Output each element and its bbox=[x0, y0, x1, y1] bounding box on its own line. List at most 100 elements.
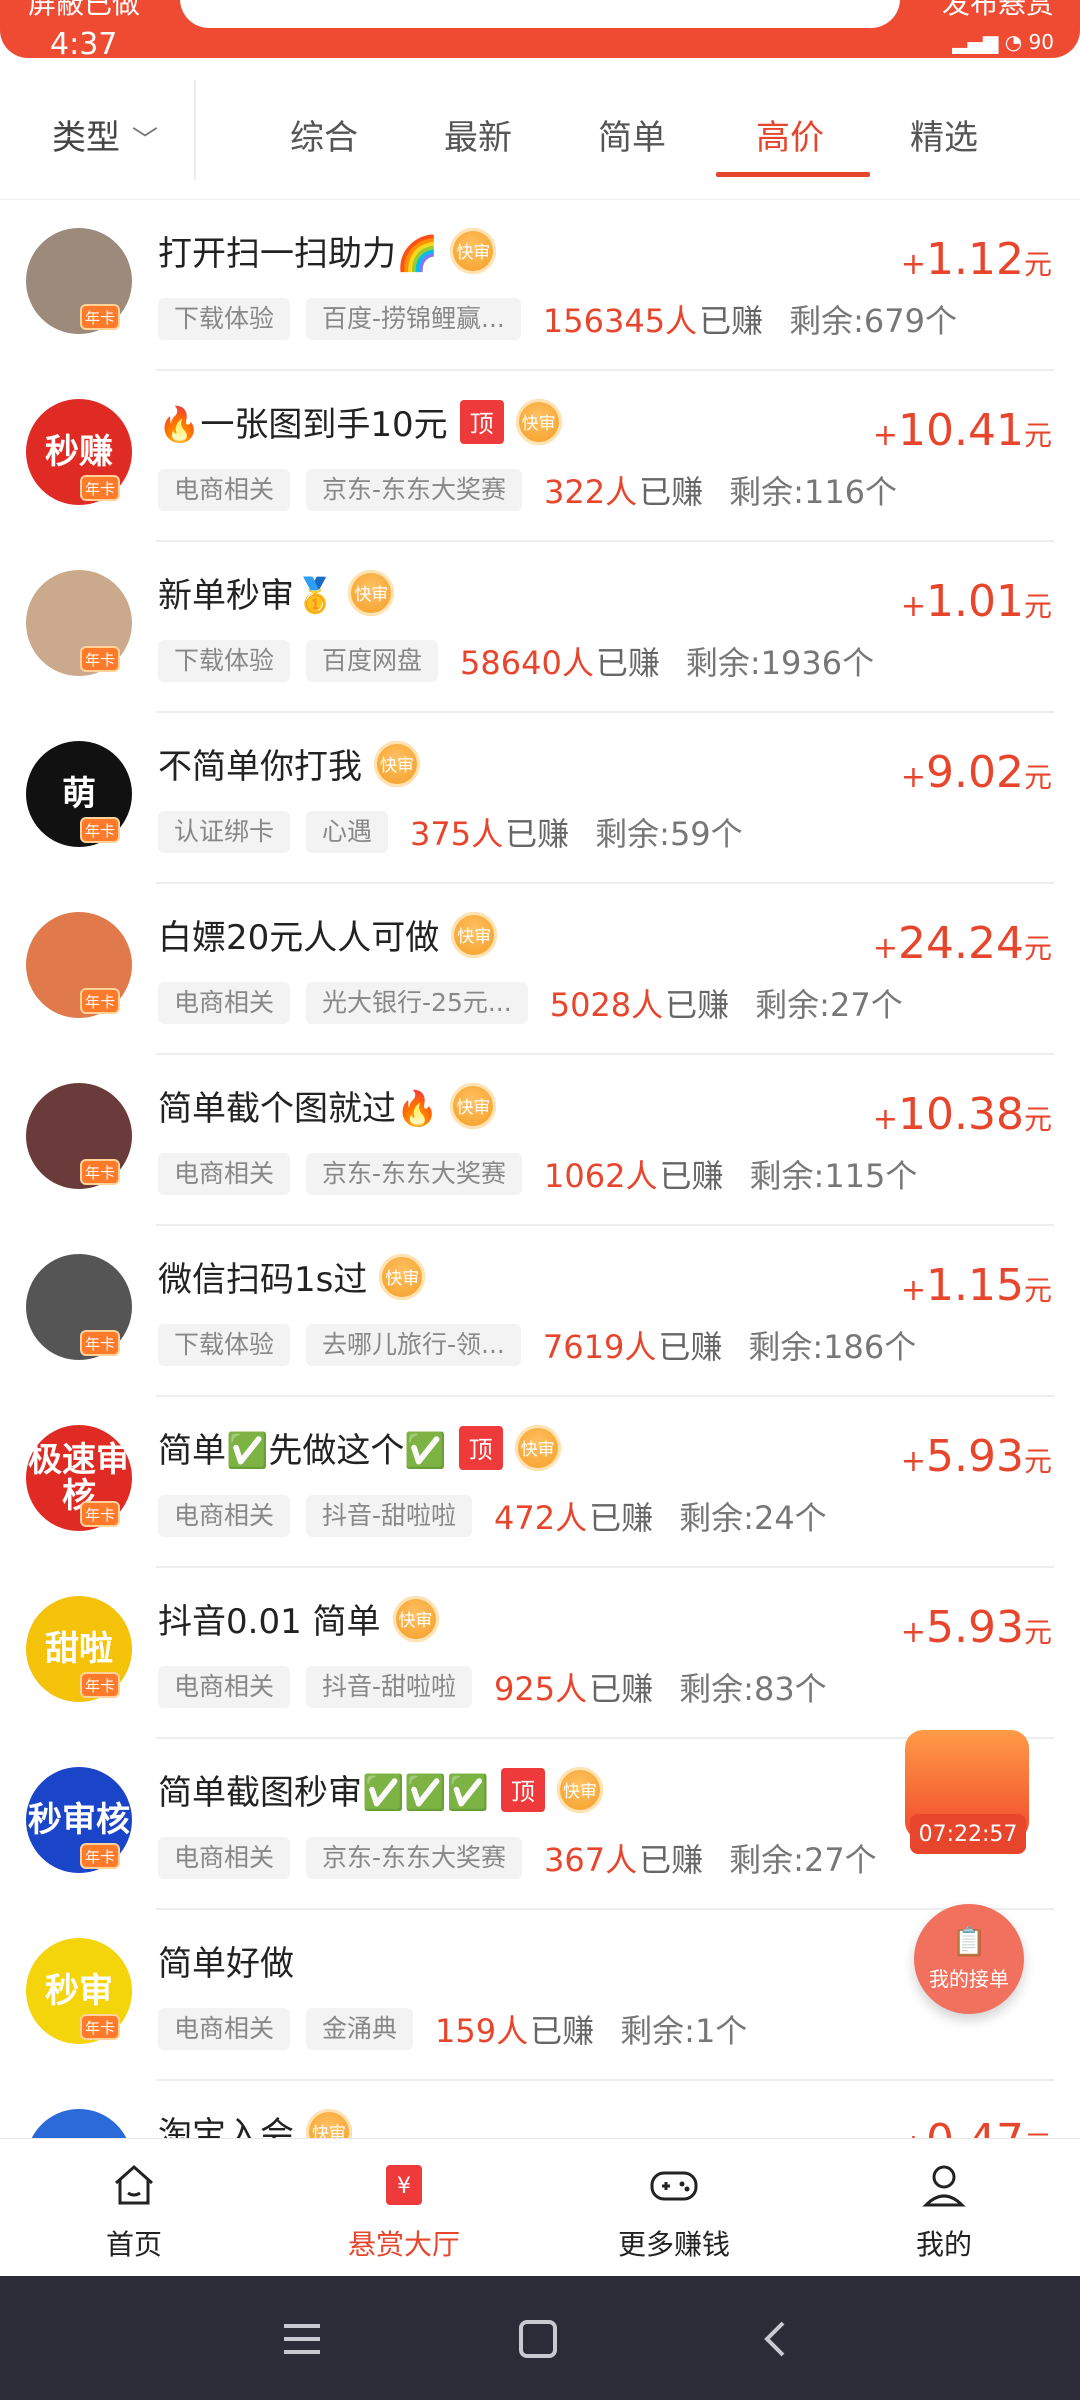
task-meta: 认证绑卡 心遇 375人 已赚 剩余:59个 bbox=[158, 811, 743, 853]
remaining-count: 剩余:115个 bbox=[750, 1151, 918, 1197]
menu-icon[interactable] bbox=[272, 2314, 332, 2364]
task-row[interactable]: 秒赚 年卡 🔥一张图到手10元 顶 快审 电商相关 京东-东东大奖赛 322人已… bbox=[0, 371, 1080, 542]
task-price: +24.24元 bbox=[873, 918, 1052, 969]
status-icons: ▂▄▆ ◔ 90 bbox=[952, 30, 1054, 54]
remain-prefix: 剩余: bbox=[729, 473, 804, 511]
task-row[interactable]: 年卡 新单秒审🥇 快审 下载体验 百度网盘 58640人 已赚 剩余:1936个 … bbox=[0, 542, 1080, 713]
price-unit: 元 bbox=[1023, 1103, 1052, 1136]
task-title-line: 简单截图秒审✅✅✅ 顶 快审 bbox=[158, 1765, 604, 1814]
nav-reward-hall[interactable]: ¥ 悬赏大厅 bbox=[314, 2157, 494, 2267]
task-title: 抖音0.01 简单 bbox=[158, 1602, 381, 1642]
remaining-count: 剩余:24个 bbox=[679, 1493, 827, 1539]
search-bar[interactable] bbox=[180, 0, 900, 28]
remain-prefix: 剩余: bbox=[729, 1841, 804, 1879]
price-value: 9.02 bbox=[926, 747, 1024, 798]
task-title: 简单截个图就过🔥 bbox=[158, 1089, 439, 1129]
price-plus: + bbox=[900, 1444, 927, 1479]
tabs-divider bbox=[194, 80, 196, 180]
remain-number: 1 bbox=[694, 2012, 716, 2050]
price-plus: + bbox=[872, 931, 899, 966]
task-price: +10.41元 bbox=[873, 405, 1052, 456]
earned-number: 375 bbox=[410, 815, 472, 853]
earned-count: 925人 bbox=[494, 1664, 587, 1710]
year-card-badge: 年卡 bbox=[80, 646, 120, 672]
task-title-line: 简单✅先做这个✅ 顶 快审 bbox=[158, 1423, 561, 1472]
tab-simple[interactable]: 简单 bbox=[598, 110, 666, 159]
earned-count: 58640人 bbox=[460, 638, 594, 684]
remain-unit: 个 bbox=[865, 473, 898, 511]
back-icon[interactable] bbox=[744, 2314, 804, 2364]
tab-high-price[interactable]: 高价 bbox=[756, 110, 824, 159]
type-dropdown[interactable]: 类型 ﹀ bbox=[52, 110, 158, 159]
fast-review-badge: 快审 bbox=[451, 911, 498, 958]
task-row[interactable]: 年卡 简单截个图就过🔥 快审 电商相关 京东-东东大奖赛 1062人 已赚 剩余:… bbox=[0, 1055, 1080, 1226]
price-plus: + bbox=[901, 2128, 926, 2138]
price-unit: 元 bbox=[1023, 932, 1052, 965]
my-orders-label: 我的接单 bbox=[929, 1966, 1009, 1991]
task-title-line: 简单截个图就过🔥 快审 bbox=[158, 1081, 497, 1130]
task-meta: 电商相关 光大银行-25元... 5028人 已赚 剩余:27个 bbox=[158, 982, 903, 1024]
earned-count: 367人 bbox=[544, 1835, 637, 1881]
price-unit: 元 bbox=[1023, 248, 1052, 281]
earned-number: 925 bbox=[494, 1670, 556, 1708]
remaining-count: 剩余:679个 bbox=[789, 296, 957, 342]
remain-number: 116 bbox=[803, 473, 866, 511]
task-row[interactable]: 年卡 微信扫码1s过 快审 下载体验 去哪儿旅行-领... 7619人 已赚 剩余… bbox=[0, 1226, 1080, 1397]
task-meta: 下载体验 去哪儿旅行-领... 7619人 已赚 剩余:186个 bbox=[158, 1324, 916, 1366]
price-plus: + bbox=[900, 760, 927, 795]
fast-review-badge: 快审 bbox=[515, 398, 562, 445]
publish-reward-button[interactable]: 发布悬赏 bbox=[942, 0, 1054, 18]
task-row[interactable]: 甜啦 年卡 抖音0.01 简单 快审 电商相关 抖音-甜啦啦 925人 已赚 剩余… bbox=[0, 1568, 1080, 1739]
task-row[interactable]: 年卡 白嫖20元人人可做 快审 电商相关 光大银行-25元... 5028人 已赚… bbox=[0, 884, 1080, 1055]
price-value: 24.24 bbox=[898, 918, 1024, 969]
year-card-badge: 年卡 bbox=[80, 304, 120, 330]
gamepad-icon bbox=[646, 2157, 702, 2213]
earned-suffix: 已赚 bbox=[530, 2012, 595, 2050]
source-tag: 抖音-甜啦啦 bbox=[306, 1666, 473, 1708]
task-row[interactable]: 年卡 淘宝入会 快审 +0.47元 bbox=[0, 2081, 1080, 2138]
price-plus: + bbox=[872, 418, 899, 453]
task-meta: 电商相关 金涌典 159人 已赚 剩余:1个 bbox=[158, 2008, 747, 2050]
earned-count: 7619人 bbox=[543, 1322, 656, 1368]
remaining-count: 剩余:59个 bbox=[595, 809, 743, 855]
price-plus: + bbox=[900, 589, 927, 624]
remaining-count: 剩余:83个 bbox=[679, 1664, 827, 1710]
people-unit: 人 bbox=[496, 2012, 529, 2050]
earned-number: 322 bbox=[544, 473, 606, 511]
task-price: +5.93元 bbox=[901, 1431, 1052, 1482]
category-tag: 下载体验 bbox=[158, 640, 291, 682]
task-price: +1.15元 bbox=[901, 1260, 1052, 1311]
remain-number: 115 bbox=[824, 1157, 886, 1195]
tab-comprehensive[interactable]: 综合 bbox=[290, 110, 358, 159]
remain-unit: 个 bbox=[710, 815, 743, 853]
nav-more-earn-label: 更多赚钱 bbox=[617, 2228, 730, 2261]
home-square-icon[interactable] bbox=[508, 2314, 568, 2364]
earned-number: 159 bbox=[435, 2012, 497, 2050]
nav-profile[interactable]: 我的 bbox=[854, 2157, 1034, 2267]
remain-prefix: 剩余: bbox=[679, 1670, 754, 1708]
source-tag: 抖音-甜啦啦 bbox=[306, 1495, 473, 1537]
remain-number: 679 bbox=[863, 302, 925, 340]
tab-latest[interactable]: 最新 bbox=[444, 110, 512, 159]
task-price: +10.38元 bbox=[873, 1089, 1052, 1140]
price-value: 1.12 bbox=[926, 234, 1024, 285]
task-row[interactable]: 极速审核 年卡 简单✅先做这个✅ 顶 快审 电商相关 抖音-甜啦啦 472人 已赚… bbox=[0, 1397, 1080, 1568]
nav-more-earn[interactable]: 更多赚钱 bbox=[584, 2157, 764, 2267]
task-price: +5.93元 bbox=[901, 1602, 1052, 1653]
people-unit: 人 bbox=[471, 815, 504, 853]
fast-review-badge: 快审 bbox=[557, 1766, 604, 1813]
people-unit: 人 bbox=[555, 1499, 588, 1537]
people-unit: 人 bbox=[555, 1670, 588, 1708]
remain-number: 186 bbox=[823, 1328, 885, 1366]
task-row[interactable]: 年卡 打开扫一扫助力🌈 快审 下载体验 百度-捞锦鲤赢... 156345人 已赚… bbox=[0, 200, 1080, 371]
remain-number: 27 bbox=[803, 1841, 845, 1879]
nav-home[interactable]: 首页 bbox=[44, 2157, 224, 2267]
blocked-done-label[interactable]: 屏蔽已做 bbox=[28, 0, 140, 18]
my-orders-button[interactable]: 📋 我的接单 bbox=[914, 1904, 1024, 2014]
tab-selected[interactable]: 精选 bbox=[910, 110, 978, 159]
task-title-line: 新单秒审🥇 快审 bbox=[158, 568, 395, 617]
task-row[interactable]: 萌 年卡 不简单你打我 快审 认证绑卡 心遇 375人 已赚 剩余:59个 +9.… bbox=[0, 713, 1080, 884]
remain-unit: 个 bbox=[715, 2012, 748, 2050]
top-badge: 顶 bbox=[459, 399, 504, 444]
price-plus: + bbox=[900, 1273, 927, 1308]
